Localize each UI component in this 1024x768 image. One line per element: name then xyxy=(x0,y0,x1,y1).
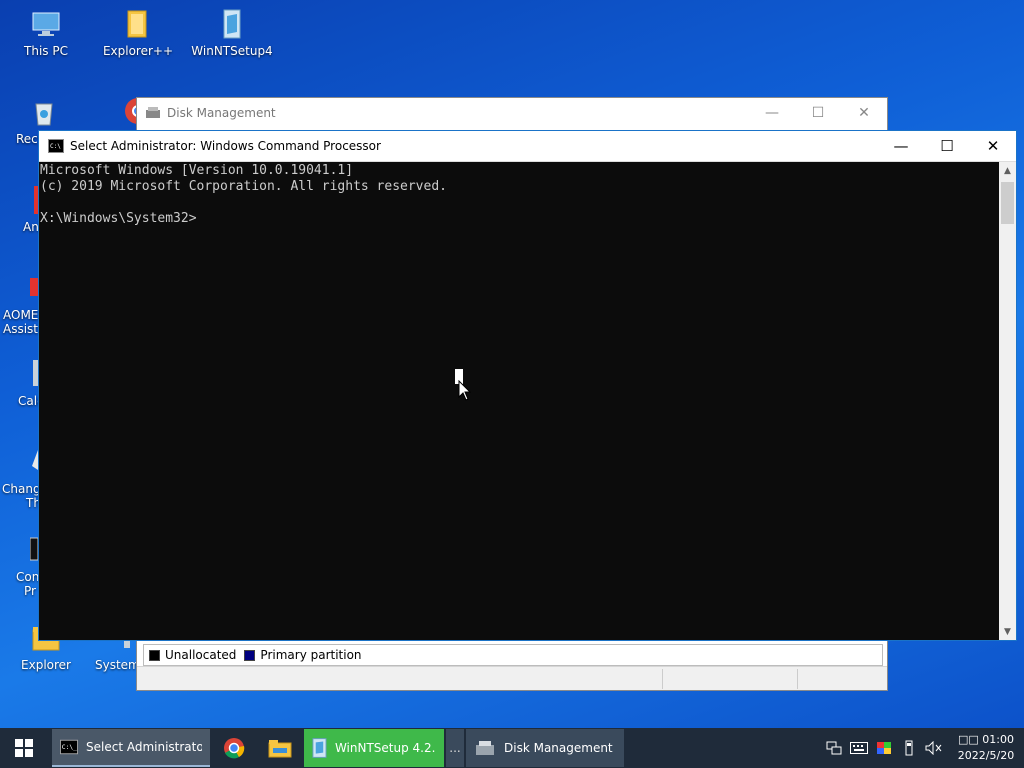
legend-item-unallocated: Unallocated xyxy=(149,648,236,662)
legend-label: Unallocated xyxy=(165,648,237,662)
close-button[interactable]: ✕ xyxy=(970,131,1016,161)
minimize-button[interactable]: — xyxy=(749,98,795,128)
scroll-thumb[interactable] xyxy=(1001,182,1014,224)
desktop-icon-calc[interactable]: Calc xyxy=(0,358,44,408)
windows-logo-icon xyxy=(15,739,33,757)
desktop-icon-change-theme[interactable]: Chang Th xyxy=(0,446,41,510)
status-separator xyxy=(662,669,663,689)
folder-icon xyxy=(127,10,147,38)
minimize-button[interactable]: — xyxy=(878,131,924,161)
taskbar-item-overflow[interactable]: ... xyxy=(446,729,464,767)
desktop-icon-label: This PC xyxy=(24,44,68,58)
maximize-button[interactable]: ☐ xyxy=(924,131,970,161)
desktop-icon-label: Explorer++ xyxy=(102,44,174,58)
partition-legend: Unallocated Primary partition xyxy=(143,644,883,666)
taskbar-item-disk-management[interactable]: Disk Management xyxy=(466,729,624,767)
chevron-up-icon: ▲ xyxy=(1004,165,1011,176)
taskbar-item-command-prompt[interactable]: C:\_ Select Administrato... xyxy=(52,729,210,767)
taskbar-item-winntsetup[interactable]: WinNTSetup 4.2.5 xyxy=(304,729,444,767)
taskbar: C:\_ Select Administrato... WinNTSetup 4… xyxy=(0,728,1024,768)
close-icon: ✕ xyxy=(858,105,870,121)
close-icon: ✕ xyxy=(986,137,1000,155)
taskbar-item-label: Disk Management xyxy=(504,741,613,755)
disk-management-icon xyxy=(476,741,494,755)
desktop-icon-label: WinNTSetup4 xyxy=(191,44,273,58)
command-prompt-title: Select Administrator: Windows Command Pr… xyxy=(70,139,381,153)
disk-management-title: Disk Management xyxy=(167,106,276,120)
legend-item-primary: Primary partition xyxy=(244,648,362,662)
taskbar-item-file-explorer[interactable] xyxy=(258,729,302,767)
scroll-up-button[interactable]: ▲ xyxy=(999,162,1016,179)
mouse-pointer-icon xyxy=(458,380,472,401)
start-button[interactable] xyxy=(0,728,48,768)
disk-management-icon xyxy=(146,107,160,118)
maximize-icon: ☐ xyxy=(811,105,825,121)
chrome-icon xyxy=(224,738,245,759)
svg-text:C:\_: C:\_ xyxy=(62,744,77,751)
network-icon[interactable] xyxy=(823,740,845,756)
vertical-scrollbar[interactable]: ▲ ▼ xyxy=(999,162,1016,640)
setup-icon xyxy=(312,738,327,758)
minimize-icon: — xyxy=(893,137,909,155)
svg-text:C:\: C:\ xyxy=(50,143,61,150)
taskbar-item-chrome[interactable] xyxy=(212,729,256,767)
chevron-down-icon: ▼ xyxy=(1004,626,1011,637)
recycle-bin-icon xyxy=(35,103,53,126)
taskbar-clock[interactable]: □□ 01:00 2022/5/20 xyxy=(956,732,1016,764)
console-line: (c) 2019 Microsoft Corporation. All righ… xyxy=(40,179,447,194)
taskbar-item-label: WinNTSetup 4.2.5 xyxy=(334,741,436,755)
setup-icon xyxy=(223,9,241,39)
desktop-icon-label: Chang xyxy=(2,482,41,496)
computer-icon xyxy=(32,12,60,36)
scroll-down-button[interactable]: ▼ xyxy=(999,623,1016,640)
clock-date: 2022/5/20 xyxy=(957,749,1015,762)
console-line: Microsoft Windows [Version 10.0.19041.1] xyxy=(40,163,354,178)
desktop-icon-label: Calc xyxy=(18,394,44,408)
status-bar xyxy=(137,666,887,690)
maximize-button[interactable]: ☐ xyxy=(795,98,841,128)
legend-swatch xyxy=(244,649,256,661)
desktop-icon-command-prompt[interactable]: Con Pr xyxy=(0,534,40,598)
taskbar-item-label: Select Administrato... xyxy=(86,740,202,754)
maximize-icon: ☐ xyxy=(940,137,954,155)
console-icon: C:\ xyxy=(48,139,64,153)
desktop-icon-aomei[interactable]: AOME Assista xyxy=(0,272,46,336)
close-button[interactable]: ✕ xyxy=(841,98,887,128)
minimize-icon: — xyxy=(765,105,779,121)
disk-management-titlebar[interactable]: Disk Management — ☐ ✕ xyxy=(137,98,887,128)
desktop-icon-label: Con xyxy=(16,570,40,584)
console-output[interactable]: Microsoft Windows [Version 10.0.19041.1]… xyxy=(39,162,999,640)
taskbar-item-label: ... xyxy=(449,741,461,755)
usb-icon[interactable] xyxy=(898,740,920,756)
legend-swatch xyxy=(149,649,160,661)
keyboard-icon[interactable] xyxy=(848,740,870,756)
desktop-icon-label: AOME xyxy=(3,308,39,322)
folder-icon xyxy=(268,740,292,758)
clock-time: □□ 01:00 xyxy=(958,733,1014,746)
desktop-icon-label: System xyxy=(95,658,140,672)
desktop-icon-this-pc[interactable]: This PC xyxy=(5,8,87,58)
desktop-icon-explorerpp[interactable]: Explorer++ xyxy=(97,8,179,58)
system-tray: □□ 01:00 2022/5/20 xyxy=(823,728,1024,768)
speaker-muted-icon[interactable] xyxy=(923,740,945,756)
legend-label: Primary partition xyxy=(260,648,362,662)
desktop-icon-label: Explorer xyxy=(21,658,71,672)
command-prompt-titlebar[interactable]: C:\ Select Administrator: Windows Comman… xyxy=(39,131,1016,162)
status-separator xyxy=(797,669,798,689)
console-icon: C:\_ xyxy=(60,739,78,755)
desktop-icon-label: Assista xyxy=(3,322,46,336)
display-icon[interactable] xyxy=(873,740,895,756)
desktop-icon-winntsetup4[interactable]: WinNTSetup4 xyxy=(191,8,273,58)
console-prompt: X:\Windows\System32> xyxy=(40,211,197,226)
command-prompt-window[interactable]: C:\ Select Administrator: Windows Comman… xyxy=(38,130,1017,641)
